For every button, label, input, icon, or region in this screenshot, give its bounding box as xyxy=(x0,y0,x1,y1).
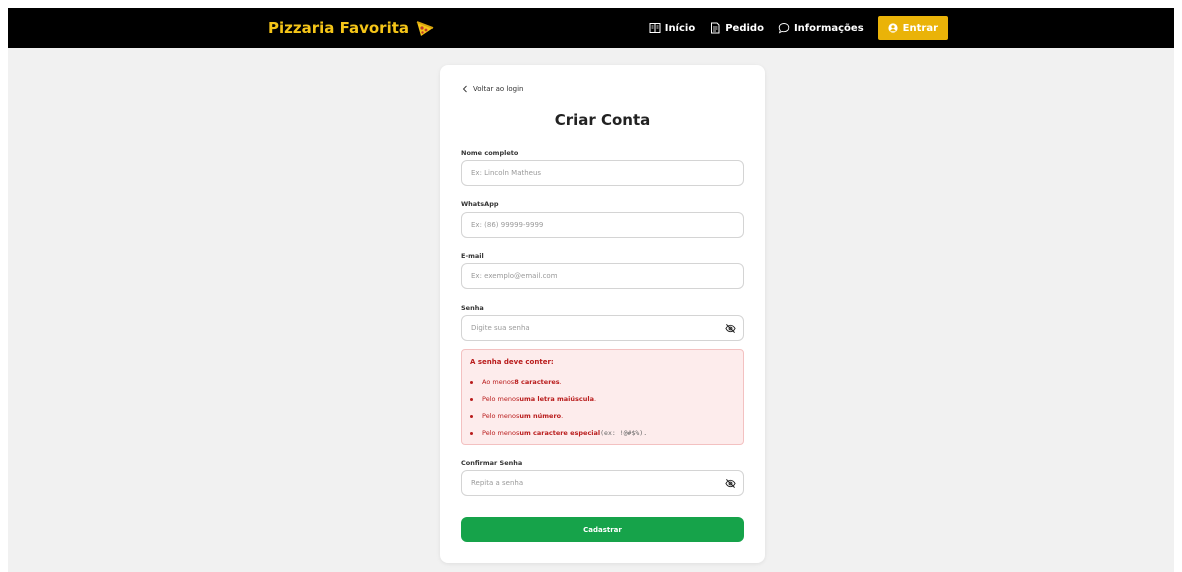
password-label: Senha xyxy=(461,304,484,312)
receipt-icon xyxy=(711,22,720,34)
pizza-slice-icon xyxy=(416,21,434,36)
password-input[interactable] xyxy=(461,315,744,341)
page-background: Pizzaria Favorita Início Pedido Informaç… xyxy=(8,8,1174,572)
requirement-suffix: . xyxy=(561,412,564,420)
requirement-highlight: 8 caracteres xyxy=(514,378,560,386)
requirement-item: Pelo menos uma letra maiúscula . xyxy=(470,395,596,403)
whatsapp-input[interactable] xyxy=(461,212,744,238)
nav-link-label: Informações xyxy=(793,22,864,34)
requirement-highlight: um número xyxy=(519,412,562,420)
requirement-example: (ex: !@#$% xyxy=(600,429,640,437)
nav-link-informacoes[interactable]: Informações xyxy=(778,22,864,34)
eye-off-icon[interactable] xyxy=(725,478,736,489)
back-link-label: Voltar ao login xyxy=(473,85,524,93)
back-to-login-link[interactable]: Voltar ao login xyxy=(461,85,523,93)
requirements-title: A senha deve conter: xyxy=(470,358,554,366)
bullet-icon xyxy=(470,414,473,418)
bullet-icon xyxy=(470,431,473,435)
requirement-highlight: um caractere especial xyxy=(519,429,601,437)
requirement-prefix: Pelo menos xyxy=(482,412,520,420)
chat-bubble-icon xyxy=(778,23,790,34)
navbar: Pizzaria Favorita Início Pedido Informaç… xyxy=(8,8,1174,48)
name-label: Nome completo xyxy=(461,149,519,157)
requirement-item: Pelo menos um caractere especial (ex: !@… xyxy=(470,429,647,437)
bullet-icon xyxy=(470,380,473,384)
nav-link-inicio[interactable]: Início xyxy=(649,22,696,34)
requirement-suffix: . xyxy=(594,395,597,403)
requirement-prefix: Ao menos xyxy=(482,378,515,386)
signup-card: Voltar ao login Criar Conta Nome complet… xyxy=(440,65,765,563)
requirement-highlight: uma letra maiúscula xyxy=(519,395,594,403)
email-input[interactable] xyxy=(461,263,744,289)
requirement-suffix: . xyxy=(559,378,562,386)
requirement-suffix: ). xyxy=(639,429,648,437)
user-circle-icon xyxy=(888,23,898,33)
nav-link-label: Pedido xyxy=(725,22,764,34)
whatsapp-label: WhatsApp xyxy=(461,200,499,208)
nav-links: Início Pedido Informações Entrar xyxy=(649,8,948,48)
bullet-icon xyxy=(470,397,473,401)
menu-book-icon xyxy=(649,23,661,33)
email-label: E-mail xyxy=(461,252,484,260)
login-button-label: Entrar xyxy=(902,22,938,34)
name-input[interactable] xyxy=(461,160,744,186)
requirement-prefix: Pelo menos xyxy=(482,395,520,403)
nav-link-pedido[interactable]: Pedido xyxy=(709,22,764,34)
requirement-item: Ao menos 8 caracteres . xyxy=(470,378,562,386)
requirement-item: Pelo menos um número . xyxy=(470,412,563,420)
confirm-password-input[interactable] xyxy=(461,470,744,496)
confirm-password-label: Confirmar Senha xyxy=(461,459,523,467)
nav-link-label: Início xyxy=(664,22,696,34)
eye-off-icon[interactable] xyxy=(725,323,736,334)
submit-button[interactable]: Cadastrar xyxy=(461,517,744,542)
password-requirements: A senha deve conter: Ao menos 8 caracter… xyxy=(461,349,744,445)
chevron-left-icon xyxy=(462,85,467,93)
requirement-prefix: Pelo menos xyxy=(482,429,520,437)
brand-logo[interactable]: Pizzaria Favorita xyxy=(268,18,435,38)
login-button[interactable]: Entrar xyxy=(877,16,948,40)
brand-name: Pizzaria Favorita xyxy=(268,19,410,37)
page-title: Criar Conta xyxy=(554,111,651,129)
